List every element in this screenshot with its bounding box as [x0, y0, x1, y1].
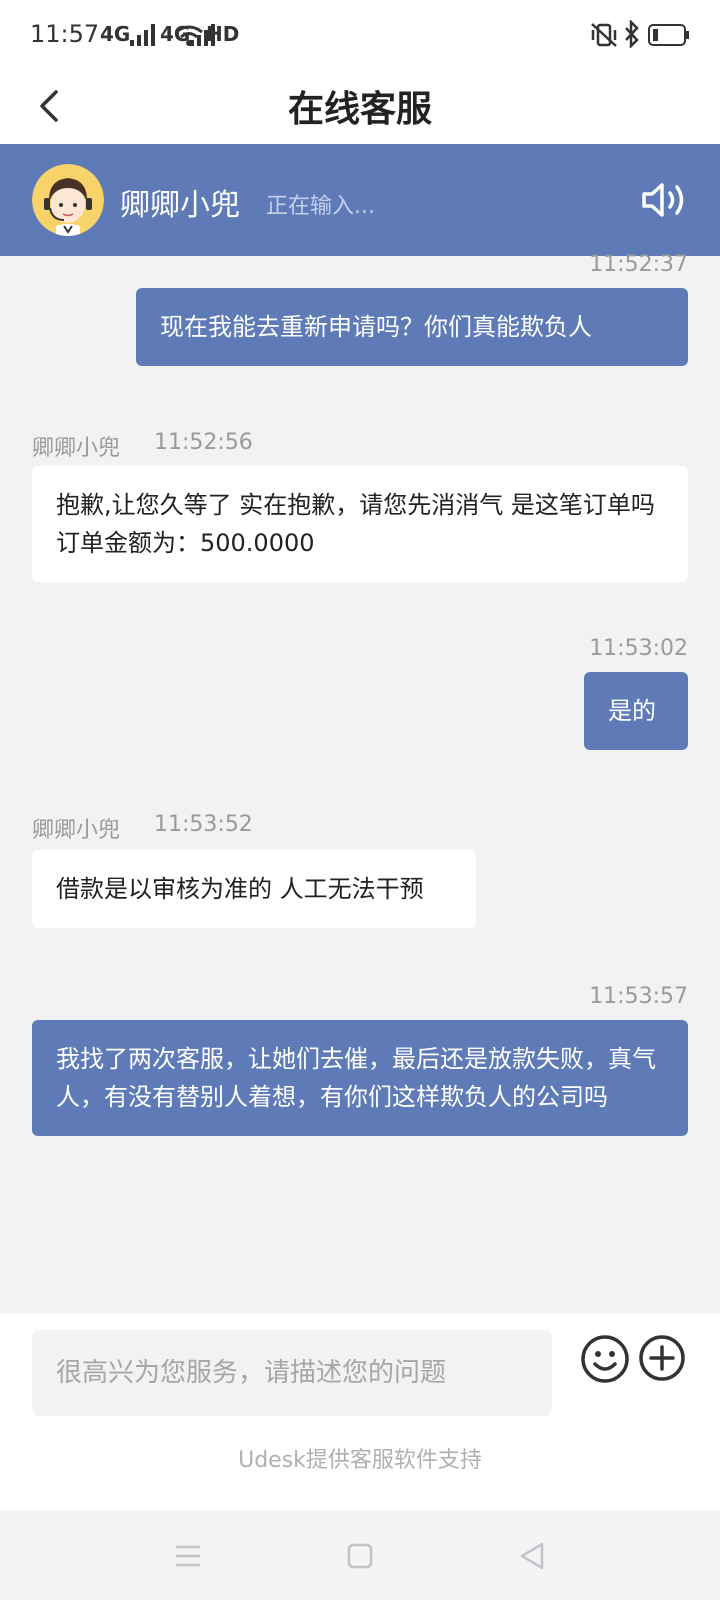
outgoing-message-bubble[interactable]: 我找了两次客服，让她们去催，最后还是放款失败，真气人，有没有替别人着想，有你们这… — [32, 1020, 688, 1136]
agent-avatar-image — [32, 164, 104, 236]
agent-name: 卿卿小兜 — [120, 188, 240, 223]
outgoing-message-bubble[interactable]: 现在我能去重新申请吗？你们真能欺负人 — [136, 288, 688, 366]
powered-by-label: Udesk提供客服软件支持 — [238, 1448, 482, 1473]
message-timestamp: 11:52:56 — [154, 430, 253, 455]
signal-icon — [130, 24, 155, 46]
agent-avatar[interactable] — [32, 164, 104, 236]
message-timestamp: 11:53:52 — [154, 812, 253, 837]
plus-icon[interactable] — [638, 1334, 686, 1382]
message-timestamp: 11:52:37 — [589, 252, 688, 277]
page-title: 在线客服 — [287, 89, 432, 130]
status-time: 11:57 — [30, 20, 100, 48]
wifi-icon — [175, 25, 203, 46]
incoming-message-bubble[interactable]: 借款是以审核为准的 人工无法干预 — [32, 850, 476, 928]
message-sender: 卿卿小兜 — [32, 436, 121, 461]
outgoing-message-bubble[interactable]: 是的 — [584, 672, 688, 750]
battery-icon — [648, 24, 689, 46]
speaker-icon[interactable] — [640, 180, 688, 220]
menu-icon[interactable] — [172, 1540, 204, 1572]
emoji-icon[interactable] — [580, 1334, 630, 1384]
message-input[interactable] — [32, 1330, 552, 1416]
hd-label: HD — [206, 22, 240, 46]
message-sender: 卿卿小兜 — [32, 818, 121, 843]
vibrate-icon — [591, 23, 617, 47]
message-timestamp: 11:53:57 — [589, 984, 688, 1009]
input-area: Udesk提供客服软件支持 — [0, 1314, 720, 1510]
network-label-1: 4G — [100, 22, 131, 46]
title-bar: 在线客服 — [0, 68, 720, 144]
bluetooth-icon — [625, 20, 639, 48]
agent-header: 卿卿小兜 正在输入... — [0, 144, 720, 256]
system-nav-bar — [0, 1510, 720, 1600]
back-triangle-icon[interactable] — [516, 1540, 548, 1572]
home-icon[interactable] — [344, 1540, 376, 1572]
message-timestamp: 11:53:02 — [589, 636, 688, 661]
status-bar: 11:57 4G 4G HD — [0, 0, 720, 68]
agent-typing-status: 正在输入... — [266, 194, 375, 219]
incoming-message-bubble[interactable]: 抱歉,让您久等了 实在抱歉，请您先消消气 是这笔订单吗 订单金额为：500.00… — [32, 466, 688, 582]
